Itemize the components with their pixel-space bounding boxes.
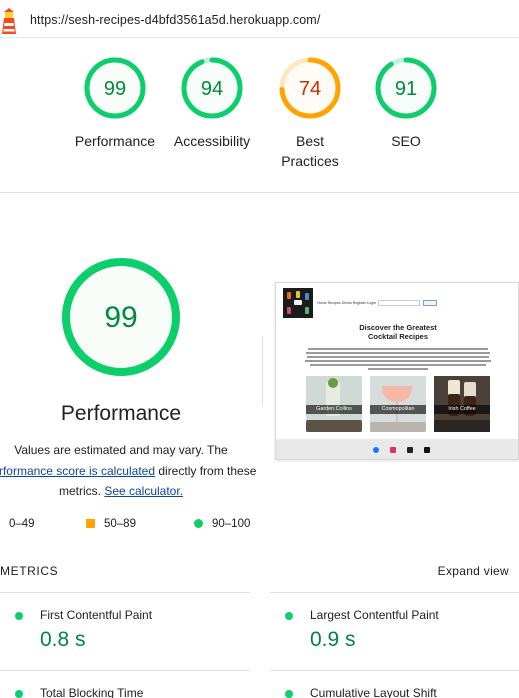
gauge-label: SEO [351, 131, 461, 151]
gauge-accessibility[interactable]: 94 Accessibility [157, 55, 267, 151]
card-garden-collins: Garden Collins [306, 376, 362, 432]
performance-title: Performance [60, 402, 182, 425]
gauge-ring: 94 [181, 57, 243, 119]
score-calculated-link[interactable]: performance score is calculated [0, 464, 155, 478]
metric-divider [270, 670, 519, 671]
screenshot-navbar: Home Recipes Drinks Register Login [283, 288, 513, 320]
screenshot-heading-line: Cocktail Recipes [367, 332, 429, 341]
legend-average: 50–89 [86, 518, 136, 530]
pass-circle-icon [194, 519, 203, 528]
url-bar: https://sesh-recipes-d4bfd3561a5d.heroku… [0, 0, 519, 38]
screenshot-cards: Garden Collins Cosmopolitan Irish Coffee [306, 376, 490, 432]
legend-fail: 0–49 [9, 518, 35, 530]
gauge-ring: 74 [279, 57, 341, 119]
screenshot-heading-line: Discover the Greatest [359, 323, 437, 332]
lighthouse-logo-icon [2, 8, 16, 34]
pass-circle-icon [15, 690, 23, 698]
card-irish-coffee: Irish Coffee [434, 376, 490, 432]
legend-pass-label: 90–100 [212, 518, 251, 530]
screenshot-heading: Discover the Greatest Cocktail Recipes [276, 323, 518, 341]
gauge-label-line: Accessibility [173, 133, 251, 149]
see-calculator-link[interactable]: See calculator. [104, 484, 183, 498]
pass-circle-icon [285, 690, 293, 698]
metric-divider [270, 592, 519, 593]
gauge-best-practices[interactable]: 74 Best Practices [255, 55, 365, 171]
gauge-label-line: SEO [391, 133, 421, 149]
metric-name: Cumulative Layout Shift [310, 686, 437, 698]
performance-description: Values are estimated and may vary. The p… [0, 440, 262, 502]
tiktok-icon [424, 447, 430, 453]
gauge-score: 74 [299, 78, 321, 100]
card-caption: Cosmopolitan [370, 405, 426, 414]
screenshot-paragraph [304, 348, 492, 372]
metrics-header: METRICS Expand view [0, 564, 519, 578]
card-cosmopolitan: Cosmopolitan [370, 376, 426, 432]
category-gauges: 99 Performance 94 Accessibility 74 Best P… [0, 55, 519, 185]
legend-pass: 90–100 [194, 518, 250, 530]
legend-fail-label: 0–49 [9, 518, 35, 530]
gauge-label: Performance [60, 131, 170, 151]
metric-name: Largest Contentful Paint [310, 608, 439, 622]
desc-text: Values are estimated and may vary. The [14, 443, 228, 457]
gauge-score: 99 [104, 78, 126, 100]
final-screenshot[interactable]: Home Recipes Drinks Register Login Disco… [275, 282, 519, 460]
gauge-label: Accessibility [157, 131, 267, 151]
average-square-icon [86, 519, 95, 528]
screenshot-footer [276, 439, 518, 459]
screenshot-search-box [378, 300, 420, 306]
pass-circle-icon [285, 612, 293, 620]
gauge-score: 94 [201, 78, 223, 100]
gauge-label-line: Best [295, 133, 324, 149]
legend-average-label: 50–89 [104, 518, 136, 530]
gauge-score: 99 [104, 301, 137, 334]
metrics-title: METRICS [0, 564, 59, 578]
facebook-icon [373, 447, 379, 453]
metric-value: 0.9 s [310, 628, 356, 651]
vertical-divider [262, 336, 263, 406]
gauge-seo[interactable]: 91 SEO [351, 55, 461, 151]
expand-view-toggle[interactable]: Expand view [438, 564, 509, 578]
gauge-label-line: Practices [281, 153, 339, 169]
gauge-ring: 99 [62, 258, 180, 376]
url-text[interactable]: https://sesh-recipes-d4bfd3561a5d.heroku… [30, 13, 320, 27]
gauge-ring: 91 [375, 57, 437, 119]
metric-name: First Contentful Paint [40, 608, 153, 622]
site-logo-icon [283, 288, 313, 318]
metric-name: Total Blocking Time [40, 686, 144, 698]
x-twitter-icon [407, 447, 413, 453]
metric-divider [0, 592, 250, 593]
gauge-performance[interactable]: 99 Performance [60, 55, 170, 151]
gauge-score: 91 [395, 78, 417, 100]
instagram-icon [390, 447, 396, 453]
section-divider [0, 192, 519, 193]
gauge-ring: 99 [84, 57, 146, 119]
score-legend: 0–49 50–89 90–100 [0, 518, 270, 534]
screenshot-nav-links: Home Recipes Drinks Register Login [317, 301, 376, 305]
card-caption: Garden Collins [306, 405, 362, 414]
screenshot-search-button [423, 300, 437, 306]
metric-value: 0.8 s [40, 628, 86, 651]
gauge-label-line: Performance [74, 133, 156, 149]
metric-divider [0, 670, 250, 671]
card-caption: Irish Coffee [434, 405, 490, 414]
pass-circle-icon [15, 612, 23, 620]
gauge-label: Best Practices [255, 131, 365, 171]
performance-gauge-large: 99 [60, 256, 182, 383]
